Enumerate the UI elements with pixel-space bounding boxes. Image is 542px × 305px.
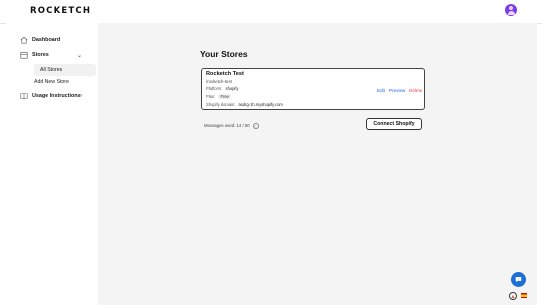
sidebar-item-usage-instructions[interactable]: Usage Instructions › xyxy=(20,90,90,102)
connect-shopify-button[interactable]: Connect Shopify xyxy=(366,118,422,130)
info-icon[interactable]: i xyxy=(252,123,259,129)
plan-label: Plan: xyxy=(206,94,216,99)
sidebar-item-label: Usage Instructions xyxy=(32,93,81,99)
edit-link[interactable]: Edit xyxy=(377,88,385,93)
top-bar: ROCKETCH xyxy=(0,0,542,24)
store-handle: /rocketch-test xyxy=(206,79,232,84)
translate-icon: A xyxy=(511,293,515,299)
platform-label: Platform: xyxy=(206,86,223,91)
delete-link[interactable]: Delete xyxy=(409,88,422,93)
store-platform-row: Platform: shopify xyxy=(206,86,239,91)
user-avatar[interactable] xyxy=(505,4,517,16)
sidebar-subitem-all-stores[interactable]: All Stores xyxy=(34,64,96,76)
chevron-right-icon: › xyxy=(80,93,82,99)
preview-link[interactable]: Preview xyxy=(389,88,405,93)
chevron-down-icon: ⌄ xyxy=(76,52,82,59)
chat-bubble-icon xyxy=(515,277,522,283)
spain-flag-icon[interactable] xyxy=(521,293,527,298)
main-content: Your Stores Rocketch Test /rocketch-test… xyxy=(98,23,537,305)
page-title: Your Stores xyxy=(200,49,248,59)
plan-badge: Free xyxy=(218,94,231,99)
sidebar-item-label: Dashboard xyxy=(32,37,61,43)
sidebar: Dashboard Stores ⌄ All Stores Add New St… xyxy=(6,23,99,305)
domain-label: Shopify domain: xyxy=(206,102,236,107)
home-icon xyxy=(20,36,28,44)
store-card: Rocketch Test /rocketch-test Platform: s… xyxy=(201,68,425,110)
chat-widget-button[interactable] xyxy=(511,272,526,287)
store-name: Rocketch Test xyxy=(206,71,244,77)
platform-value: shopify xyxy=(225,86,239,91)
sidebar-item-label: Stores xyxy=(32,52,49,58)
sidebar-item-stores[interactable]: Stores ⌄ xyxy=(20,49,90,61)
sidebar-subitem-label: All Stores xyxy=(40,67,63,73)
usage-counter: Messages used: 14 / 50 i xyxy=(204,123,259,129)
store-plan-row: Plan: Free xyxy=(206,94,231,99)
store-domain-row: Shopify domain: asdrg-1h.myshopify.com xyxy=(206,102,283,107)
store-icon xyxy=(20,52,28,59)
app-logo: ROCKETCH xyxy=(30,6,92,16)
sidebar-subitem-add-store[interactable]: Add New Store xyxy=(34,79,69,85)
book-icon xyxy=(20,93,28,100)
sidebar-item-dashboard[interactable]: Dashboard xyxy=(20,34,60,46)
usage-text: Messages used: 14 / 50 xyxy=(204,123,250,129)
language-selector[interactable]: A xyxy=(509,292,517,300)
domain-value: asdrg-1h.myshopify.com xyxy=(238,102,283,107)
